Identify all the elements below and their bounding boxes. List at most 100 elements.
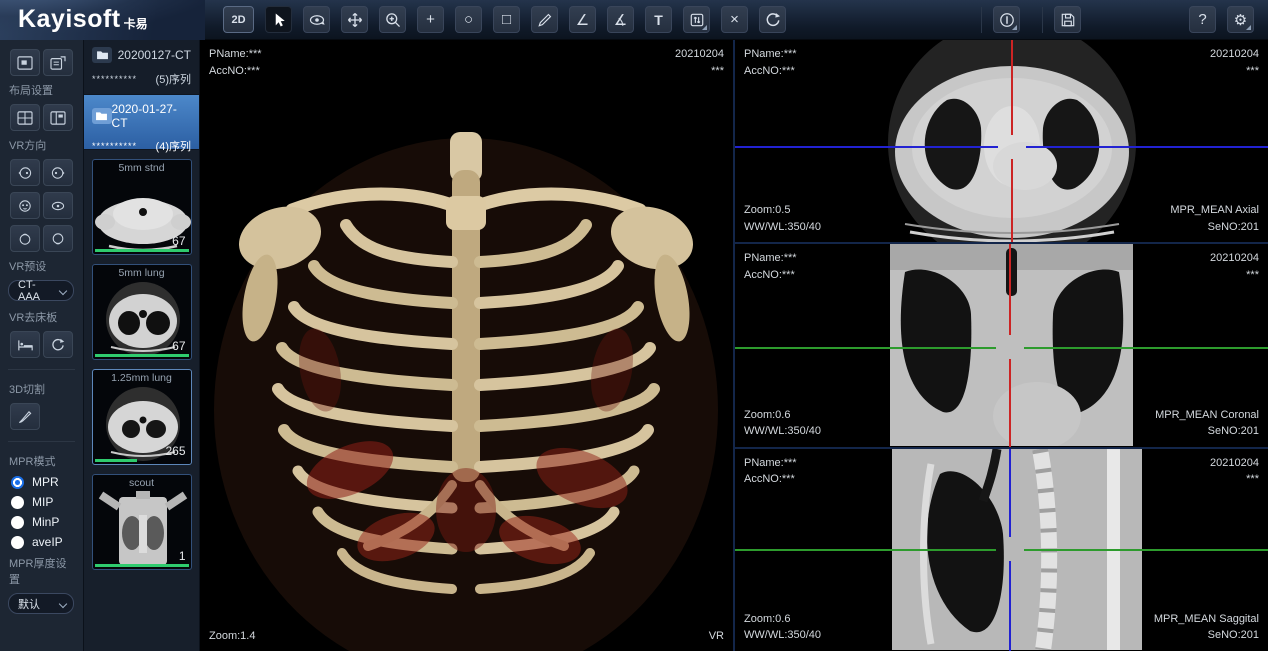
head-top-icon bbox=[17, 231, 33, 247]
mpr-pane-sagittal[interactable]: PName:***AccNO:*** 20210204*** Zoom:0.6W… bbox=[735, 449, 1268, 651]
crosshair-h-line[interactable] bbox=[1024, 549, 1268, 551]
tool-ellipse-button[interactable]: ○ bbox=[455, 6, 482, 33]
crosshair-v-line[interactable] bbox=[1011, 159, 1013, 242]
save-button[interactable] bbox=[1054, 6, 1081, 33]
mpr-overlay-top-right: 20210204*** bbox=[1210, 455, 1259, 488]
sidebar-divider bbox=[8, 369, 75, 370]
head-back-icon bbox=[50, 198, 66, 214]
tool-2d-view-button[interactable]: 2D bbox=[223, 6, 254, 33]
tool-reset-button[interactable] bbox=[759, 6, 786, 33]
tool-text-button[interactable]: T bbox=[645, 6, 672, 33]
tool-pointer-button[interactable] bbox=[265, 6, 292, 33]
help-button[interactable]: ? bbox=[1189, 6, 1216, 33]
tool-group: 2D + bbox=[223, 6, 786, 33]
bed-icon bbox=[17, 337, 34, 352]
crosshair-h-line[interactable] bbox=[735, 549, 996, 551]
tool-rotate-3d-button[interactable] bbox=[303, 6, 330, 33]
mpr-panel: PName:***AccNO:*** 20210204*** Zoom:0.5W… bbox=[733, 40, 1268, 651]
ct-viewer-app: Kayisoft 卡易 2D bbox=[0, 0, 1268, 651]
vr-direction-right-button[interactable] bbox=[43, 159, 73, 186]
remove-bed-button[interactable] bbox=[10, 331, 40, 358]
settings-button[interactable]: ⚙ bbox=[1227, 6, 1254, 33]
crosshair-v-line[interactable] bbox=[1009, 359, 1011, 446]
series-thumbnail-scout[interactable]: scout 1 bbox=[92, 474, 192, 570]
layout-grid-2x2-button[interactable] bbox=[10, 104, 40, 131]
crosshair-h-line[interactable] bbox=[735, 146, 998, 148]
gear-icon: ⚙ bbox=[1234, 11, 1247, 29]
crosshair-v-line[interactable] bbox=[1009, 244, 1011, 335]
series-count: (5)序列 bbox=[156, 71, 191, 87]
save-floppy-icon bbox=[1059, 11, 1077, 29]
mpr-overlay-bottom-right: MPR_MEAN CoronalSeNO:201 bbox=[1155, 407, 1259, 440]
load-progress-bar bbox=[95, 564, 189, 567]
tool-angle-button[interactable]: ∠ bbox=[569, 6, 596, 33]
vr-overlay-zoom: Zoom:1.4 bbox=[209, 628, 255, 645]
mpr-thickness-select[interactable]: 默认 bbox=[8, 593, 74, 614]
cut-3d-label: 3D切割 bbox=[0, 378, 83, 400]
mpr-mode-radio-mpr[interactable]: MPR bbox=[0, 472, 83, 492]
mpr-thickness-label: MPR厚度设置 bbox=[0, 552, 83, 590]
pencil-measure-icon bbox=[536, 11, 554, 29]
bed-reset-button[interactable] bbox=[43, 331, 73, 358]
vr-direction-inferior-button[interactable] bbox=[43, 225, 73, 252]
series-thumbnail-5mm-lung[interactable]: 5mm lung 67 bbox=[92, 264, 192, 360]
mpr-mode-radio-minp[interactable]: MinP bbox=[0, 512, 83, 532]
tool-pan-button[interactable] bbox=[341, 6, 368, 33]
tool-window-level-button[interactable] bbox=[683, 6, 710, 33]
load-progress-bar bbox=[95, 354, 189, 357]
layout-single-view-button[interactable] bbox=[10, 49, 40, 76]
layout-report-view-button[interactable] bbox=[43, 49, 73, 76]
mpr-overlay-top-left: PName:***AccNO:*** bbox=[744, 455, 797, 488]
orbit-rotate-icon bbox=[308, 11, 326, 29]
tool-pencil-button[interactable] bbox=[531, 6, 558, 33]
tool-delete-button[interactable]: × bbox=[721, 6, 748, 33]
tool-rectangle-button[interactable]: □ bbox=[493, 6, 520, 33]
vr-3d-viewport[interactable]: PName:*** AccNO:*** 20210204 *** Zoom:1.… bbox=[200, 40, 733, 651]
cursor-icon bbox=[270, 11, 288, 29]
crosshair-h-line[interactable] bbox=[735, 347, 996, 349]
crosshair-v-line[interactable] bbox=[1009, 561, 1011, 651]
vr-direction-label: VR方向 bbox=[0, 134, 83, 156]
layout-left-panel-button[interactable] bbox=[43, 104, 73, 131]
toolbar-separator bbox=[981, 7, 982, 33]
study-item-2-selected[interactable]: 2020-01-27-CT ********** (4)序列 bbox=[84, 95, 199, 150]
2d-icon: 2D bbox=[231, 14, 245, 26]
topbar: Kayisoft 卡易 2D bbox=[0, 0, 1268, 40]
sidebar-divider bbox=[8, 441, 75, 442]
mpr-pane-axial[interactable]: PName:***AccNO:*** 20210204*** Zoom:0.5W… bbox=[735, 40, 1268, 244]
tool-protractor-button[interactable]: ∡ bbox=[607, 6, 634, 33]
crosshair-v-line[interactable] bbox=[1011, 40, 1013, 135]
vr-direction-left-button[interactable] bbox=[10, 159, 40, 186]
vr-direction-anterior-button[interactable] bbox=[10, 192, 40, 219]
vr-direction-superior-button[interactable] bbox=[10, 225, 40, 252]
series-thumbnail-125mm-lung[interactable]: 1.25mm lung 265 bbox=[92, 369, 192, 465]
radio-icon bbox=[11, 516, 24, 529]
tool-zoom-button[interactable] bbox=[379, 6, 406, 33]
toolbar-separator bbox=[1042, 7, 1043, 33]
study-title: 20200127-CT bbox=[118, 48, 191, 62]
app-logo: Kayisoft 卡易 bbox=[0, 0, 205, 40]
delete-x-icon: × bbox=[730, 11, 739, 28]
radio-icon bbox=[11, 476, 24, 489]
text-annotation-icon: T bbox=[654, 12, 663, 28]
main-content: 布局设置 VR方向 bbox=[0, 40, 1268, 651]
vr-preset-select[interactable]: CT-AAA bbox=[8, 280, 74, 301]
folder-open-icon bbox=[92, 108, 112, 124]
mpr-mode-radio-aveip[interactable]: aveIP bbox=[0, 532, 83, 552]
series-thumbnail-5mm-stnd[interactable]: 5mm stnd 67 bbox=[92, 159, 192, 255]
tool-crosshair-button[interactable]: + bbox=[417, 6, 444, 33]
cut-3d-knife-button[interactable] bbox=[10, 403, 40, 430]
vr-direction-posterior-button[interactable] bbox=[43, 192, 73, 219]
crosshair-h-line[interactable] bbox=[1026, 146, 1268, 148]
mpr-pane-coronal[interactable]: PName:***AccNO:*** 20210204*** Zoom:0.6W… bbox=[735, 244, 1268, 448]
single-view-icon bbox=[17, 56, 33, 70]
protractor-icon: ∡ bbox=[614, 11, 627, 29]
split-layout-icon bbox=[50, 111, 66, 125]
crosshair-v-line[interactable] bbox=[1009, 449, 1011, 537]
report-info-button[interactable] bbox=[993, 6, 1020, 33]
mpr-overlay-bottom-left: Zoom:0.6WW/WL:350/40 bbox=[744, 611, 821, 644]
study-item-1[interactable]: 20200127-CT ********** (5)序列 bbox=[84, 40, 199, 95]
crosshair-h-line[interactable] bbox=[1024, 347, 1268, 349]
mpr-mode-radio-mip[interactable]: MIP bbox=[0, 492, 83, 512]
vr-preset-label: VR预设 bbox=[0, 255, 83, 277]
